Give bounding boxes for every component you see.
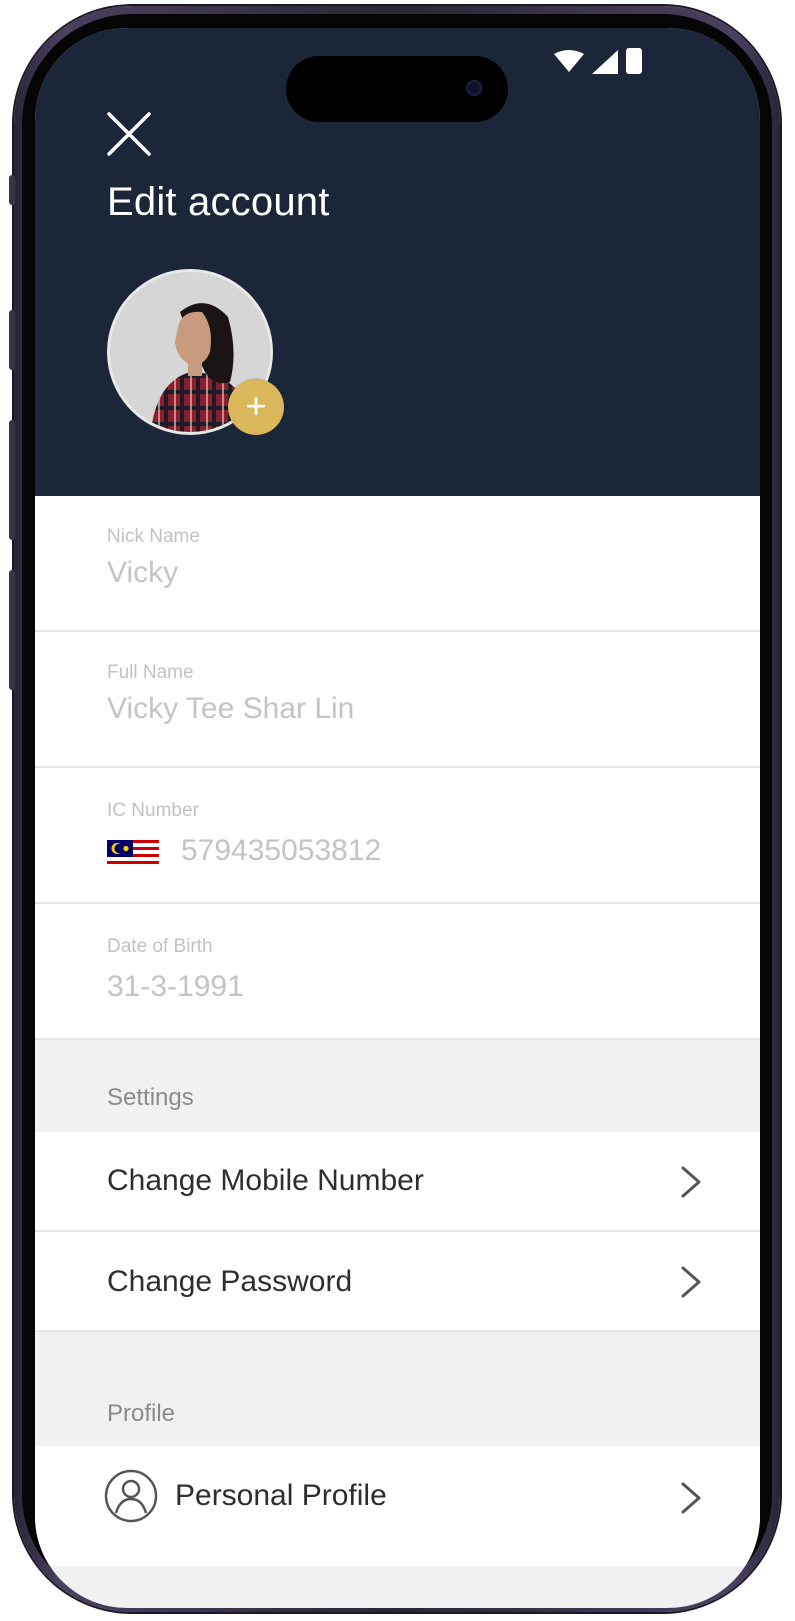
chevron-right-icon — [681, 1482, 701, 1514]
status-bar — [554, 48, 642, 74]
full-name-field[interactable]: Full Name Vicky Tee Shar Lin — [35, 632, 760, 768]
side-button — [9, 310, 15, 370]
ic-number-value: 579435053812 — [181, 834, 382, 867]
date-of-birth-value: 31-3-1991 — [107, 970, 244, 1003]
nick-name-field[interactable]: Nick Name Vicky — [35, 496, 760, 632]
person-icon — [104, 1469, 158, 1523]
signal-icon — [592, 50, 618, 74]
change-password-label: Change Password — [107, 1265, 353, 1298]
camera-icon — [466, 80, 482, 96]
date-of-birth-field[interactable]: Date of Birth 31-3-1991 — [35, 904, 760, 1040]
nick-name-label: Nick Name — [107, 526, 200, 547]
page-title: Edit account — [107, 180, 330, 224]
full-name-label: Full Name — [107, 662, 194, 683]
wifi-icon — [554, 50, 584, 72]
ic-number-label: IC Number — [107, 800, 199, 821]
personal-profile-label: Personal Profile — [175, 1479, 387, 1512]
add-icon: + — [245, 385, 267, 426]
side-button — [9, 570, 15, 690]
add-photo-button[interactable]: + — [228, 379, 284, 435]
date-of-birth-label: Date of Birth — [107, 936, 213, 957]
personal-profile-row[interactable]: Personal Profile — [35, 1446, 760, 1566]
nick-name-value: Vicky — [107, 556, 179, 589]
change-password-row[interactable]: Change Password — [35, 1232, 760, 1332]
header: Edit account + — [35, 28, 760, 496]
profile-section-label: Profile — [107, 1400, 176, 1427]
flag-malaysia-icon — [107, 840, 159, 866]
battery-icon — [626, 48, 642, 74]
close-icon — [107, 112, 151, 156]
dynamic-island — [286, 56, 508, 122]
chevron-right-icon — [681, 1266, 701, 1298]
ic-number-field[interactable]: IC Number 579435053812 — [35, 768, 760, 904]
settings-section-label: Settings — [107, 1084, 194, 1111]
change-mobile-number-row[interactable]: Change Mobile Number — [35, 1132, 760, 1232]
close-button[interactable] — [105, 110, 153, 158]
change-mobile-number-label: Change Mobile Number — [107, 1164, 424, 1197]
side-button — [9, 420, 15, 540]
app-screen: Edit account + Nick Name Vicky Full Name… — [35, 28, 760, 1608]
side-button — [9, 175, 15, 205]
chevron-right-icon — [681, 1166, 701, 1198]
full-name-value: Vicky Tee Shar Lin — [107, 692, 355, 725]
